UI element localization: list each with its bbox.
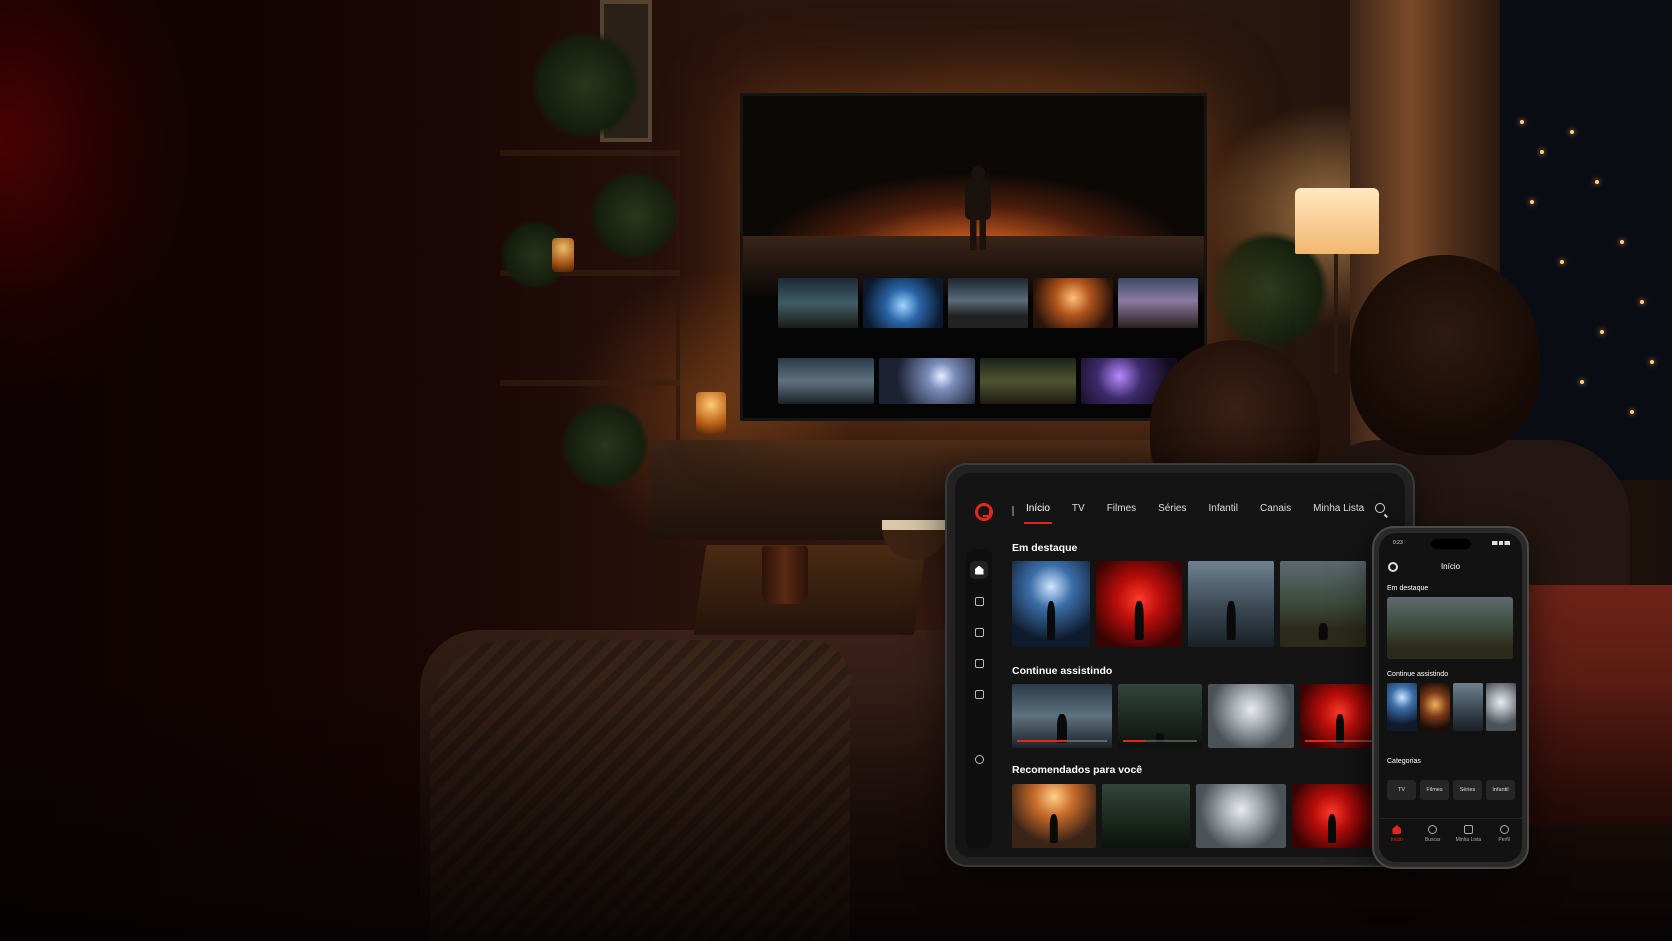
status-icons <box>1492 541 1510 545</box>
featured-row <box>1012 561 1366 647</box>
coffee-table <box>693 545 927 635</box>
recommended-card[interactable] <box>1196 784 1286 848</box>
candle <box>696 392 726 434</box>
tab-perfil[interactable]: Perfil <box>1486 825 1522 862</box>
category-chip-tv[interactable]: TV <box>1387 780 1416 800</box>
continue-card[interactable] <box>1012 684 1112 748</box>
section-title-featured: Em destaque <box>1387 585 1429 592</box>
tv-icon[interactable] <box>970 592 988 610</box>
tab-inicio[interactable]: Início <box>1379 825 1415 862</box>
kids-icon[interactable] <box>970 685 988 703</box>
phone-device: 0:23 Início Em destaque Continue assisti… <box>1372 526 1529 869</box>
featured-card[interactable] <box>1012 561 1090 647</box>
category-chip-series[interactable]: Séries <box>1453 780 1482 800</box>
tv-thumbnail <box>980 358 1076 404</box>
continue-row <box>1012 684 1380 748</box>
section-title-continue: Continue assistindo <box>1387 671 1449 678</box>
tab-buscar[interactable]: Buscar <box>1415 825 1451 862</box>
nav-item-filmes[interactable]: Filmes <box>1107 503 1136 518</box>
continue-card[interactable] <box>1300 684 1380 748</box>
tv-row-2 <box>778 358 1177 404</box>
home-icon <box>1392 825 1402 834</box>
category-chips: TV Filmes Séries Infantil <box>1387 780 1515 800</box>
category-chip-infantil[interactable]: Infantil <box>1486 780 1515 800</box>
tv-thumbnail <box>879 358 975 404</box>
tablet-screen: Início TV Filmes Séries Infantil Canais … <box>955 473 1405 857</box>
nav-item-series[interactable]: Séries <box>1158 503 1186 518</box>
phone-page-title: Início <box>1440 562 1461 571</box>
recommended-card[interactable] <box>1292 784 1372 848</box>
nav-item-tv[interactable]: TV <box>1072 503 1085 518</box>
home-icon[interactable] <box>970 561 988 579</box>
floor-lamp <box>1295 188 1379 254</box>
status-time: 0:23 <box>1393 540 1403 546</box>
tv-thumbnail <box>863 278 943 328</box>
person-right <box>1350 255 1540 455</box>
tv-thumbnail <box>948 278 1028 328</box>
nav-item-canais[interactable]: Canais <box>1260 503 1291 518</box>
continue-card[interactable] <box>1420 683 1450 731</box>
logout-icon[interactable] <box>970 750 988 768</box>
tv-row-1 <box>778 278 1198 328</box>
brand-logo-icon[interactable] <box>975 503 993 521</box>
continue-card[interactable] <box>1387 683 1417 731</box>
featured-card[interactable] <box>1280 561 1366 647</box>
continue-row <box>1387 683 1516 731</box>
section-title-featured: Em destaque <box>1012 542 1078 554</box>
category-chip-filmes[interactable]: Filmes <box>1420 780 1449 800</box>
section-title-continue: Continue assistindo <box>1012 665 1113 677</box>
section-title-categories: Categorias <box>1387 758 1421 765</box>
tv-thumbnail <box>1118 278 1198 328</box>
phone-screen: 0:23 Início Em destaque Continue assisti… <box>1379 533 1522 862</box>
mug <box>762 546 808 604</box>
nav-item-inicio[interactable]: Início <box>1024 503 1052 524</box>
recommended-card[interactable] <box>1102 784 1190 848</box>
continue-card[interactable] <box>1118 684 1202 748</box>
tablet-device: Início TV Filmes Séries Infantil Canais … <box>945 463 1415 867</box>
phone-notch <box>1430 539 1471 549</box>
continue-card[interactable] <box>1453 683 1483 731</box>
recommended-row <box>1012 784 1372 848</box>
tab-minha-lista[interactable]: Minha Lista <box>1451 825 1487 862</box>
section-title-recommended: Recomendados para você <box>1012 764 1143 776</box>
search-icon <box>1428 825 1438 834</box>
featured-card[interactable] <box>1188 561 1274 647</box>
recommended-card[interactable] <box>1012 784 1096 848</box>
continue-card[interactable] <box>1208 684 1294 748</box>
search-icon[interactable] <box>1375 503 1385 513</box>
featured-card[interactable] <box>1096 561 1182 647</box>
featured-card[interactable] <box>1387 597 1513 659</box>
phone-tab-bar: Início Buscar Minha Lista Perfil <box>1379 818 1522 862</box>
nav-item-infantil[interactable]: Infantil <box>1209 503 1238 518</box>
series-icon[interactable] <box>970 654 988 672</box>
tv-thumbnail <box>778 278 858 328</box>
film-icon[interactable] <box>970 623 988 641</box>
tablet-sidebar <box>966 549 992 849</box>
nav-item-minha-lista[interactable]: Minha Lista <box>1313 503 1364 518</box>
list-icon <box>1463 825 1473 834</box>
tablet-top-nav: Início TV Filmes Séries Infantil Canais … <box>1012 503 1386 524</box>
tv-thumbnail <box>1033 278 1113 328</box>
television <box>740 93 1207 421</box>
astronaut-figure <box>965 166 991 250</box>
tv-thumbnail <box>778 358 874 404</box>
profile-icon <box>1499 825 1509 834</box>
continue-card[interactable] <box>1486 683 1516 731</box>
